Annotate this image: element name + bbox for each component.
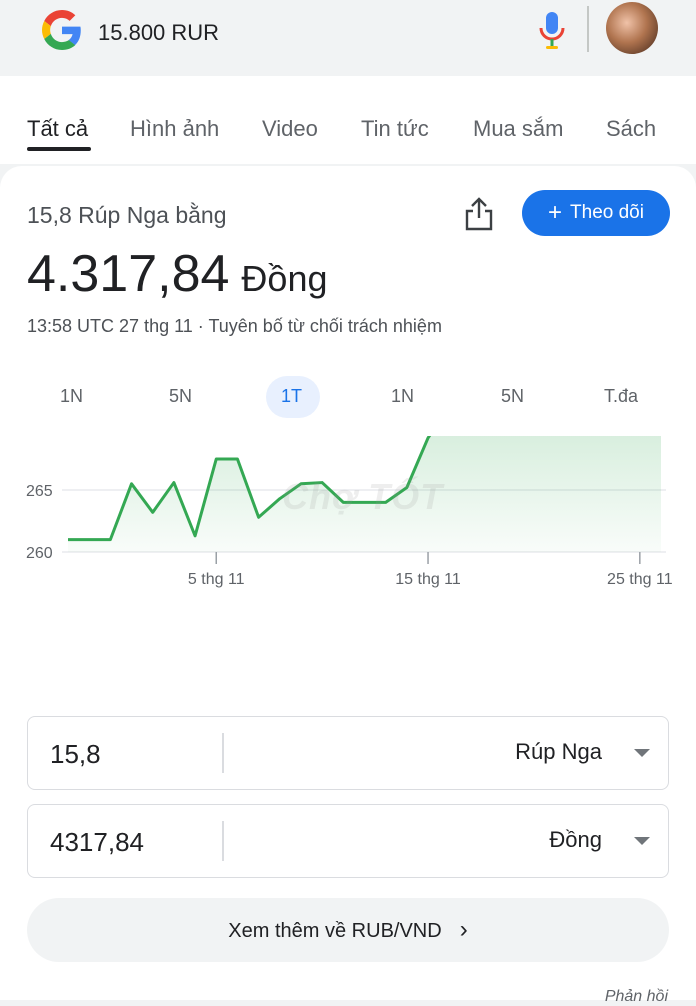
x-tick-label: 25 thg 11 — [607, 571, 673, 588]
follow-button[interactable]: + Theo dõi — [522, 190, 670, 236]
y-tick-label: 260 — [26, 545, 53, 562]
to-currency-select[interactable]: Đồng — [549, 827, 602, 853]
range-5-day[interactable]: 5N — [169, 386, 192, 407]
range-1-year[interactable]: 1N — [391, 386, 414, 407]
search-tabs: Tất cả Hình ảnh Video Tin tức Mua sắm Sá… — [0, 76, 696, 164]
from-currency-field: 15,8 Rúp Nga — [27, 716, 669, 790]
plus-icon: + — [548, 199, 563, 226]
to-currency-field: 4317,84 Đồng — [27, 804, 669, 878]
search-bar[interactable]: 15.800 RUR — [20, 0, 676, 76]
tab-images[interactable]: Hình ảnh — [130, 116, 219, 142]
from-currency-select[interactable]: Rúp Nga — [515, 739, 602, 765]
currency-converter-card: 15,8 Rúp Nga bằng + Theo dõi 4.317,84 Đồng… — [0, 166, 696, 1005]
x-tick-label: 5 thg 11 — [188, 571, 245, 588]
tab-shopping[interactable]: Mua sắm — [473, 116, 563, 142]
feedback-link[interactable]: Phản hồi — [605, 988, 668, 1006]
range-1-day[interactable]: 1N — [60, 386, 83, 407]
search-bar-divider — [587, 6, 589, 52]
y-tick-label: 270 — [26, 436, 53, 438]
to-amount-input[interactable]: 4317,84 — [50, 827, 144, 858]
microphone-icon[interactable] — [538, 10, 566, 50]
dropdown-caret-icon[interactable] — [634, 749, 650, 757]
google-logo-icon — [42, 10, 81, 50]
range-5-year[interactable]: 5N — [501, 386, 524, 407]
search-query-text[interactable]: 15.800 RUR — [98, 20, 219, 46]
y-tick-label: 265 — [26, 483, 53, 500]
tab-books[interactable]: Sách — [606, 116, 656, 142]
result-value: 4.317,84 — [27, 245, 230, 303]
more-about-button[interactable]: Xem thêm về RUB/VND › — [27, 898, 669, 962]
more-about-label: Xem thêm về RUB/VND — [228, 920, 442, 942]
exchange-rate-chart[interactable]: 260265270275 5 thg 1115 thg 1125 thg 11 — [0, 436, 696, 696]
conversion-result: 4.317,84 Đồng — [27, 244, 327, 304]
conversion-subtitle: 15,8 Rúp Nga bằng — [27, 202, 227, 228]
dropdown-caret-icon[interactable] — [634, 837, 650, 845]
chevron-right-icon: › — [459, 916, 468, 943]
tab-videos[interactable]: Video — [262, 116, 318, 142]
watermark-logo: Chợ TỐT — [282, 476, 444, 517]
timestamp-disclaimer[interactable]: 13:58 UTC 27 thg 11 · Tuyên bố từ chối t… — [27, 316, 442, 337]
active-tab-indicator — [27, 147, 91, 151]
range-max[interactable]: T.đa — [604, 386, 638, 407]
share-icon[interactable] — [462, 196, 496, 232]
x-tick-label: 15 thg 11 — [395, 571, 461, 588]
result-unit: Đồng — [241, 258, 328, 299]
range-1-month[interactable]: 1T — [281, 386, 302, 407]
field-divider — [222, 733, 224, 773]
account-avatar[interactable] — [606, 2, 658, 54]
tab-all[interactable]: Tất cả — [27, 116, 88, 142]
follow-label: Theo dõi — [570, 202, 644, 223]
field-divider — [222, 821, 224, 861]
from-amount-input[interactable]: 15,8 — [50, 739, 101, 770]
tab-news[interactable]: Tin tức — [361, 116, 429, 142]
